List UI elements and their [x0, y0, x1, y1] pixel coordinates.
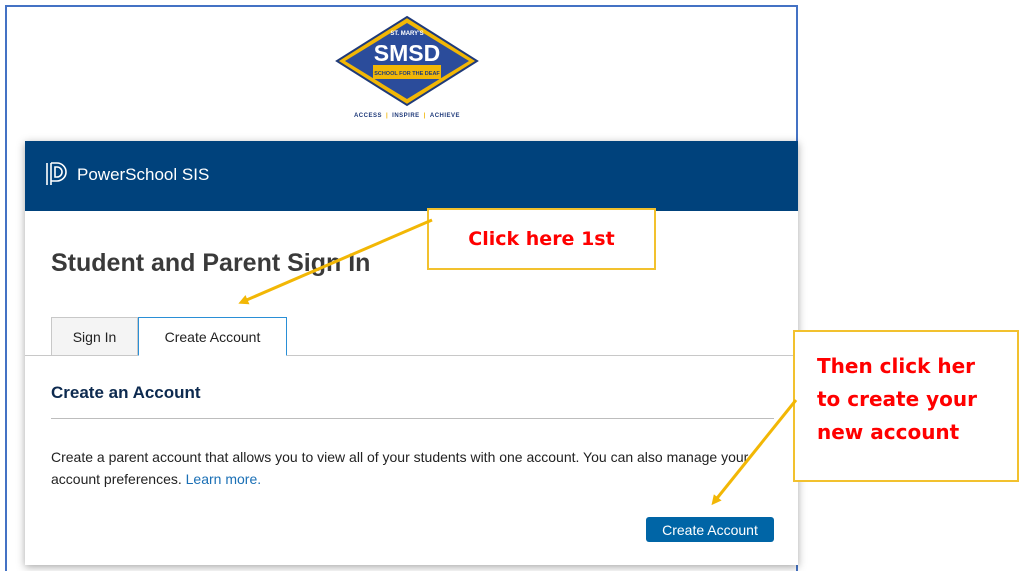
- tagline-access: ACCESS: [353, 113, 382, 119]
- learn-more-link[interactable]: Learn more.: [186, 471, 261, 487]
- tagline-achieve: ACHIEVE: [429, 113, 461, 119]
- create-account-button[interactable]: Create Account: [646, 517, 774, 542]
- app-title: PowerSchool SIS: [77, 165, 210, 184]
- callout-click-first: Click here 1st: [427, 208, 656, 270]
- school-logo: ST. MARY'S SMSD SCHOOL FOR THE DEAF ACCE…: [327, 13, 487, 123]
- tagline-inspire: INSPIRE: [392, 113, 420, 119]
- tab-create-account[interactable]: Create Account: [138, 317, 287, 356]
- tab-sign-in[interactable]: Sign In: [51, 317, 138, 355]
- logo-top-text: ST. MARY'S: [390, 31, 423, 37]
- logo-main-text: SMSD: [374, 40, 440, 66]
- callout-click-second: Then click her to create your new accoun…: [793, 330, 1019, 482]
- section-title: Create an Account: [51, 383, 201, 402]
- description-text: Create a parent account that allows you …: [51, 449, 749, 487]
- smsd-logo-icon: ST. MARY'S SMSD SCHOOL FOR THE DEAF: [335, 15, 479, 107]
- signin-card: PowerSchool SIS Student and Parent Sign …: [25, 141, 798, 565]
- page-title: Student and Parent Sign In: [51, 249, 371, 277]
- screenshot-frame: ST. MARY'S SMSD SCHOOL FOR THE DEAF ACCE…: [5, 5, 798, 571]
- section-divider: [51, 418, 774, 419]
- app-header: PowerSchool SIS: [25, 141, 798, 211]
- callout-second-line-3: new account: [817, 420, 960, 444]
- powerschool-logo-icon: [46, 162, 67, 185]
- logo-tagline: ACCESS | INSPIRE | ACHIEVE: [353, 113, 461, 119]
- logo-bottom-text: SCHOOL FOR THE DEAF: [374, 71, 440, 77]
- callout-second-line-1: Then click her: [817, 354, 975, 378]
- callout-second-line-2: to create your: [817, 387, 978, 411]
- callout-first-text: Click here 1st: [468, 228, 615, 250]
- section-description: Create a parent account that allows you …: [51, 446, 776, 490]
